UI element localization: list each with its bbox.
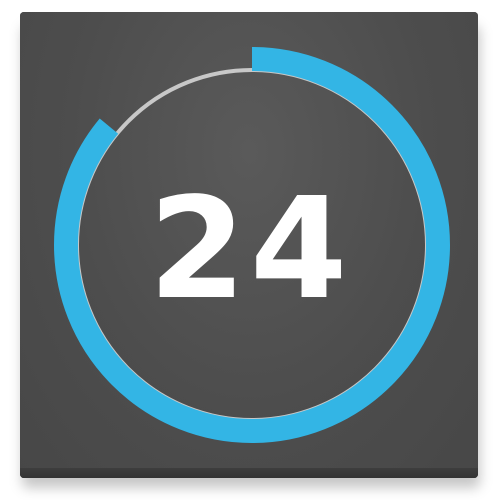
counter-value: 24 <box>148 168 352 331</box>
